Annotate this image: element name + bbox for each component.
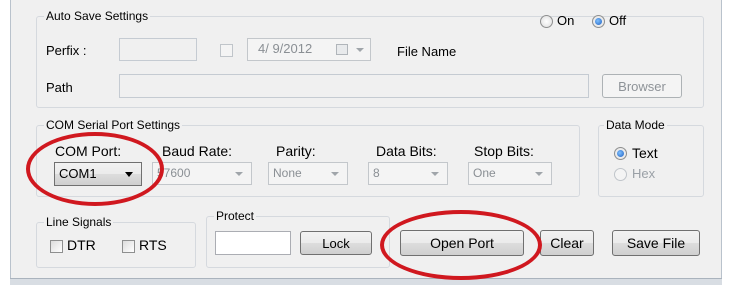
stop-bits-select[interactable]: One <box>468 162 552 185</box>
parity-value: None <box>273 166 302 180</box>
baud-rate-label: Baud Rate: <box>162 143 233 159</box>
chevron-down-icon <box>235 172 243 176</box>
com-port-highlight-circle <box>26 132 164 206</box>
data-bits-select[interactable]: 8 <box>368 162 448 185</box>
path-label: Path <box>46 80 73 95</box>
chevron-down-icon <box>356 48 364 52</box>
chevron-down-icon <box>431 172 439 176</box>
stop-bits-label: Stop Bits: <box>474 143 534 159</box>
protect-group-title: Protect <box>214 209 257 223</box>
data-mode-hex-label: Hex <box>632 166 656 181</box>
chevron-down-icon <box>535 172 543 176</box>
clear-button[interactable]: Clear <box>540 230 594 256</box>
stop-bits-value: One <box>473 166 496 180</box>
date-picker-value: 4/ 9/2012 <box>258 41 313 56</box>
date-picker[interactable]: 4/ 9/2012 <box>247 38 371 61</box>
browser-button[interactable]: Browser <box>602 74 682 98</box>
protect-password-input[interactable] <box>215 231 291 255</box>
data-mode-text-label: Text <box>632 145 658 161</box>
data-mode-text-radio[interactable] <box>614 147 627 160</box>
date-enable-checkbox[interactable] <box>220 44 233 57</box>
file-name-label: File Name <box>397 44 457 59</box>
auto-save-on-label: On <box>557 13 575 28</box>
window-bottom-border <box>10 278 722 285</box>
parity-label: Parity: <box>276 143 316 159</box>
baud-rate-select[interactable]: 57600 <box>152 162 252 185</box>
auto-save-on-radio[interactable] <box>540 15 553 28</box>
data-mode-group-title: Data Mode <box>604 118 667 132</box>
rts-checkbox[interactable] <box>122 240 135 253</box>
auto-save-off-label: Off <box>609 13 627 28</box>
auto-save-group-title: Auto Save Settings <box>44 9 151 23</box>
parity-select[interactable]: None <box>268 162 348 185</box>
data-bits-label: Data Bits: <box>376 143 437 159</box>
rts-label: RTS <box>139 237 167 253</box>
auto-save-off-radio[interactable] <box>592 15 605 28</box>
calendar-icon <box>336 44 348 55</box>
data-bits-value: 8 <box>373 166 380 180</box>
lock-button[interactable]: Lock <box>300 231 372 255</box>
com-settings-group-title: COM Serial Port Settings <box>44 118 183 132</box>
save-file-button[interactable]: Save File <box>612 230 700 256</box>
dtr-checkbox[interactable] <box>50 240 63 253</box>
dtr-label: DTR <box>67 237 96 253</box>
chevron-down-icon <box>331 172 339 176</box>
prefix-label: Perfix : <box>46 43 87 58</box>
open-port-highlight-circle <box>380 210 542 280</box>
prefix-input[interactable] <box>119 38 197 61</box>
line-signals-group-title: Line Signals <box>44 215 114 229</box>
data-mode-group <box>598 125 704 197</box>
path-input[interactable] <box>119 74 589 98</box>
data-mode-hex-radio[interactable] <box>614 168 627 181</box>
